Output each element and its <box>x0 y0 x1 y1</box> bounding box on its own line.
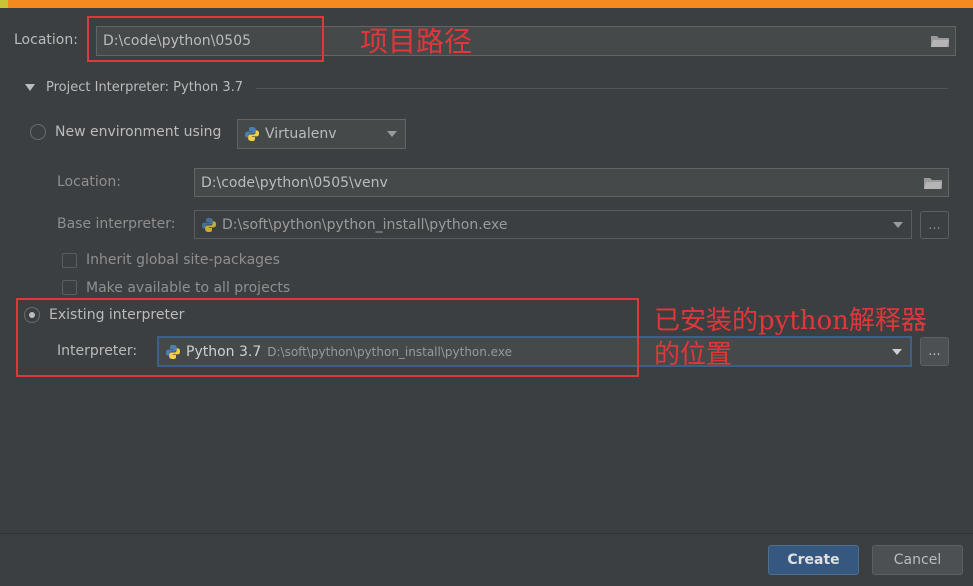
new-environment-label: New environment using <box>55 124 222 140</box>
inherit-packages-checkbox[interactable] <box>62 253 77 268</box>
make-available-checkbox[interactable] <box>62 280 77 295</box>
cancel-button[interactable]: Cancel <box>872 545 963 575</box>
base-interpreter-select[interactable]: D:\soft\python\python_install\python.exe <box>194 210 912 239</box>
base-interpreter-value: D:\soft\python\python_install\python.exe <box>222 216 508 233</box>
python-icon <box>202 217 216 232</box>
section-divider <box>256 88 948 89</box>
venv-location-value: D:\code\python\0505\venv <box>201 174 388 191</box>
environment-tool-select[interactable]: Virtualenv <box>237 119 406 149</box>
location-label: Location: <box>14 32 78 48</box>
inherit-packages-label: Inherit global site-packages <box>86 252 280 268</box>
interpreter-highlight-box <box>16 298 639 377</box>
interpreter-annotation: 已安装的python解释器 的位置 <box>654 304 927 372</box>
python-icon <box>245 127 259 141</box>
interpreter-section-header[interactable]: Project Interpreter: Python 3.7 <box>46 80 243 95</box>
footer-divider <box>0 533 973 534</box>
environment-tool-value: Virtualenv <box>265 126 337 142</box>
project-path-annotation: 项目路径 <box>360 25 473 58</box>
folder-icon[interactable] <box>924 177 942 189</box>
create-button[interactable]: Create <box>768 545 859 575</box>
interpreter-annotation-line2: 的位置 <box>654 340 733 370</box>
base-interpreter-browse-button[interactable]: ... <box>920 211 949 239</box>
venv-location-field[interactable]: D:\code\python\0505\venv <box>194 168 949 197</box>
new-environment-radio[interactable] <box>30 124 46 140</box>
interpreter-annotation-line1: 已安装的python解释器 <box>654 306 927 336</box>
base-interpreter-label: Base interpreter: <box>57 216 176 232</box>
venv-location-label: Location: <box>57 174 121 190</box>
folder-icon[interactable] <box>931 35 949 47</box>
collapse-triangle-icon[interactable] <box>25 84 35 91</box>
make-available-label: Make available to all projects <box>86 280 291 296</box>
chevron-down-icon <box>387 131 397 137</box>
location-highlight-box <box>87 16 324 62</box>
app-icon <box>0 0 8 8</box>
title-bar <box>0 0 973 8</box>
chevron-down-icon <box>893 221 903 228</box>
